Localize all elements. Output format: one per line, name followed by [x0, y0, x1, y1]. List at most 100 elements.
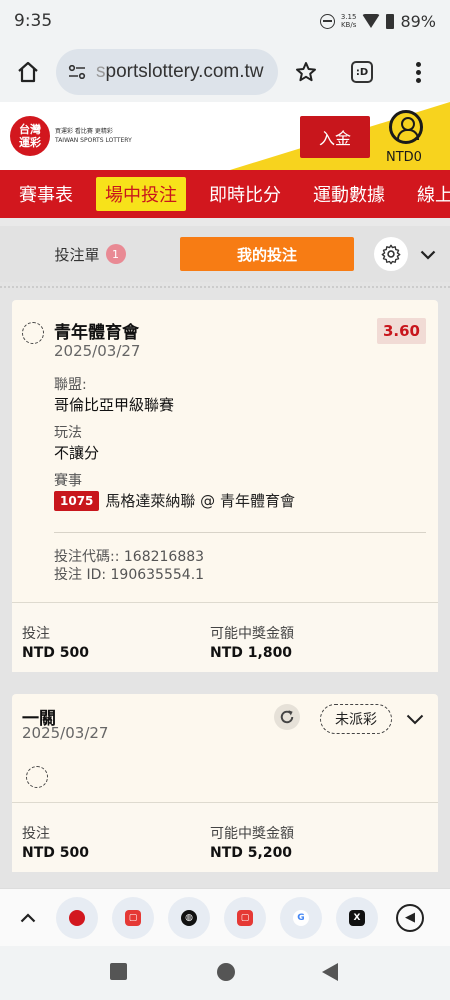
bet-card: 一關 2025/03/27 未派彩 投注 NTD 500 可能中獎金額 NTD …: [12, 694, 438, 872]
logo-brand-en: TAIWAN SPORTS LOTTERY: [55, 137, 132, 144]
nav-item-sports-data[interactable]: 運動數據: [304, 177, 394, 211]
home-button[interactable]: [0, 60, 56, 84]
status-time: 9:35: [14, 11, 53, 31]
star-icon: [296, 62, 316, 82]
network-speed-unit: KB/s: [340, 21, 357, 29]
event-code-badge: 1075: [54, 490, 100, 511]
bet-selection-title: 青年體育會: [54, 323, 139, 343]
gear-icon: [381, 244, 401, 265]
browser-menu-button[interactable]: [390, 61, 446, 83]
url-text: sportslottery.com.tw: [96, 61, 264, 83]
bet-date: 2025/03/27: [22, 724, 109, 742]
collapse-button[interactable]: [420, 245, 436, 264]
betslip-label: 投注單: [54, 245, 100, 264]
settlement-status-badge: 未派彩: [320, 704, 392, 734]
status-bar: 9:35 3.15 KB/s 89%: [0, 0, 450, 42]
tab-youtube[interactable]: ▢: [112, 896, 154, 939]
bet-select-radio[interactable]: [26, 766, 48, 788]
tab-globe[interactable]: ◍: [168, 896, 210, 939]
tab-switcher-icon: :D: [351, 61, 373, 83]
deposit-button[interactable]: 入金: [300, 116, 370, 158]
url-prefix: s: [96, 61, 106, 82]
bet-card-footer: 投注 NTD 500 可能中獎金額 NTD 5,200: [12, 802, 438, 872]
nav-item-online[interactable]: 線上: [408, 177, 450, 211]
refresh-button[interactable]: [274, 704, 300, 730]
status-icons: 3.15 KB/s 89%: [319, 12, 436, 31]
tab-youtube-2[interactable]: ▢: [224, 896, 266, 939]
tab-betslip[interactable]: 投注單 1: [0, 244, 180, 265]
network-speed: 3.15 KB/s: [341, 13, 357, 29]
system-navigation: [0, 946, 450, 1000]
settings-button[interactable]: [374, 237, 408, 271]
youtube-icon: ▢: [125, 909, 141, 926]
bookmark-button[interactable]: [278, 60, 334, 84]
home-icon: [18, 61, 38, 83]
bet-id: 投注 ID: 190635554.1: [54, 567, 205, 583]
betslip-count-badge: 1: [105, 244, 126, 264]
battery-icon: [386, 13, 395, 29]
odds-badge: 3.60: [376, 318, 426, 344]
bet-code: 投注代碼:: 168216883: [54, 549, 205, 565]
league-value: 哥倫比亞甲級聯賽: [54, 396, 175, 414]
payout-value: NTD 5,200: [210, 845, 293, 861]
stake-value: NTD 500: [22, 845, 89, 861]
bet-card: 青年體育會 2025/03/27 3.60 聯盟: 哥倫比亞甲級聯賽 玩法 不讓…: [12, 300, 438, 672]
my-bets-panel: 青年體育會 2025/03/27 3.60 聯盟: 哥倫比亞甲級聯賽 玩法 不讓…: [0, 282, 450, 888]
card-divider: [54, 532, 426, 533]
tab-x[interactable]: X: [336, 896, 378, 939]
nav-item-live-betting[interactable]: 場中投注: [96, 177, 186, 211]
event-row: 1075 馬格達萊納聯 @ 青年體育會: [54, 490, 295, 511]
tab-switcher-button[interactable]: :D: [334, 61, 390, 83]
home-nav-button[interactable]: [217, 963, 235, 981]
tab-my-bets[interactable]: 我的投注: [180, 237, 354, 271]
refresh-icon: [280, 710, 294, 724]
logo-tagline: 買運彩 看比賽 更精彩: [55, 128, 113, 135]
payout-value: NTD 1,800: [210, 645, 293, 661]
logo-text: 買運彩 看比賽 更精彩 TAIWAN SPORTS LOTTERY: [55, 127, 132, 145]
event-name: 馬格達萊納聯 @ 青年體育會: [105, 492, 295, 510]
expand-bet-button[interactable]: [406, 710, 424, 729]
chevron-down-icon: [420, 250, 436, 260]
market-label: 玩法: [54, 425, 82, 441]
recents-button[interactable]: [110, 963, 127, 980]
tab-google[interactable]: G: [280, 896, 322, 939]
main-nav: 賽事表 場中投注 即時比分 運動數據 線上: [0, 170, 450, 218]
bet-date: 2025/03/27: [54, 342, 141, 360]
account-balance: NTD0: [386, 150, 422, 165]
address-bar[interactable]: sportslottery.com.tw: [56, 49, 278, 95]
event-label: 賽事: [54, 473, 82, 489]
url-domain: portslottery.com.tw: [105, 61, 264, 82]
chevron-down-icon: [406, 714, 424, 725]
google-icon: G: [293, 909, 309, 926]
bet-card-footer: 投注 NTD 500 可能中獎金額 NTD 1,800: [12, 602, 438, 672]
site-header: 台灣 運彩 買運彩 看比賽 更精彩 TAIWAN SPORTS LOTTERY …: [0, 102, 450, 170]
back-button[interactable]: [322, 963, 338, 981]
payout-label: 可能中獎金額: [210, 626, 294, 642]
league-label: 聯盟:: [54, 377, 87, 393]
do-not-disturb-icon: [319, 13, 335, 29]
stake-value: NTD 500: [22, 645, 89, 661]
chevron-up-icon: [20, 912, 36, 922]
payout-label: 可能中獎金額: [210, 826, 294, 842]
logo-line2: 運彩: [19, 136, 41, 149]
stake-label: 投注: [22, 826, 50, 842]
bet-select-radio[interactable]: [22, 322, 44, 344]
stake-label: 投注: [22, 626, 50, 642]
globe-icon: ◍: [181, 909, 197, 926]
logo-line1: 台灣: [19, 123, 41, 136]
site-settings-icon[interactable]: [68, 65, 86, 79]
nav-item-live-scores[interactable]: 即時比分: [200, 177, 290, 211]
account-icon[interactable]: [389, 110, 423, 144]
volume-icon[interactable]: ◀: [396, 903, 424, 932]
lottery-icon: [69, 909, 85, 926]
site-logo[interactable]: 台灣 運彩: [10, 116, 50, 156]
x-icon: X: [349, 909, 365, 926]
nav-item-schedule[interactable]: 賽事表: [10, 177, 82, 211]
betslip-toolbar: 投注單 1 我的投注: [0, 226, 450, 282]
browser-toolbar: sportslottery.com.tw :D: [0, 42, 450, 102]
more-vert-icon: [415, 61, 421, 83]
expand-tabs-button[interactable]: [0, 912, 56, 923]
market-value: 不讓分: [54, 444, 100, 462]
tab-strip: ▢ ◍ ▢ G X ◀: [0, 888, 450, 946]
tab-lottery[interactable]: [56, 896, 98, 939]
